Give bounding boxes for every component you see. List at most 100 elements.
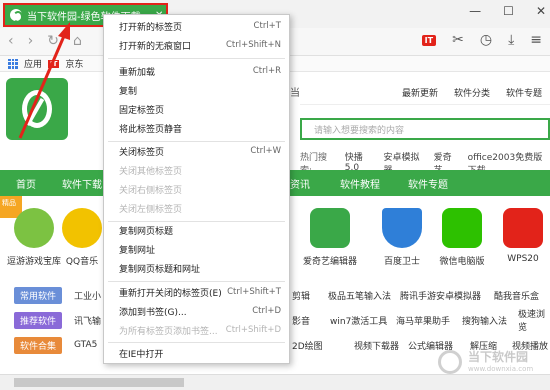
home-icon[interactable]: ⌂ bbox=[73, 33, 82, 49]
menu-item-copy-url[interactable]: 复制网址 bbox=[104, 240, 289, 258]
menu-item-label: 添加到书签(G)... bbox=[119, 307, 187, 318]
menu-separator bbox=[108, 58, 285, 59]
list-item[interactable]: 视频下载器 bbox=[354, 339, 399, 352]
app-tile[interactable]: 逗游游戏宝库 bbox=[4, 208, 64, 267]
site-logo[interactable] bbox=[6, 78, 68, 140]
download-icon[interactable]: ⤓ bbox=[508, 32, 514, 48]
menu-item-duplicate[interactable]: 复制 bbox=[104, 81, 289, 99]
maximize-button[interactable]: ☐ bbox=[503, 4, 514, 18]
menu-separator bbox=[108, 342, 285, 343]
window-controls: — ☐ ✕ bbox=[469, 4, 546, 18]
menu-item-close-tab[interactable]: 关闭标签页 Ctrl+W bbox=[104, 142, 289, 160]
list-item[interactable]: 极速浏览 bbox=[518, 307, 550, 333]
app-tile[interactable]: 微信电脑版 bbox=[432, 208, 492, 267]
menu-item-label: 关闭其他标签页 bbox=[119, 166, 183, 177]
menu-item-label: 关闭右侧标签页 bbox=[119, 185, 183, 196]
list-item[interactable]: 搜狗输入法 bbox=[462, 314, 507, 327]
tab-context-menu: 打开新的标签页 Ctrl+T 打开新的无痕窗口 Ctrl+Shift+N 重新加载 C… bbox=[103, 14, 290, 364]
header-divider bbox=[300, 104, 550, 105]
iqiyi-icon bbox=[310, 208, 350, 248]
menu-item-label: 重新加载 bbox=[119, 67, 156, 78]
refresh-icon[interactable]: ↻ bbox=[47, 33, 59, 49]
menu-separator bbox=[108, 281, 285, 282]
list-item[interactable]: 海马苹果助手 bbox=[396, 314, 450, 327]
minimize-button[interactable]: — bbox=[469, 4, 481, 18]
forward-button-icon[interactable]: › bbox=[28, 33, 34, 49]
link-software-topics[interactable]: 软件专题 bbox=[506, 86, 542, 99]
menu-item-shortcut: Ctrl+Shift+D bbox=[225, 325, 281, 335]
menu-item-add-bookmark[interactable]: 添加到书签(G)... Ctrl+D bbox=[104, 302, 289, 320]
list-item[interactable]: 讯飞输 bbox=[74, 314, 101, 327]
menu-item-close-left-tabs: 关闭左侧标签页 bbox=[104, 199, 289, 217]
menu-item-new-incognito-window[interactable]: 打开新的无痕窗口 Ctrl+Shift+N bbox=[104, 36, 289, 54]
menu-item-copy-title[interactable]: 复制网页标题 bbox=[104, 221, 289, 239]
menu-item-label: 复制 bbox=[119, 86, 138, 97]
menu-item-label: 将此标签页静音 bbox=[119, 124, 183, 135]
list-item[interactable]: 工业小 bbox=[74, 289, 101, 302]
scissors-icon[interactable]: ✂ bbox=[452, 32, 464, 48]
menu-item-label: 重新打开关闭的标签页(E) bbox=[119, 288, 222, 299]
app-label: WPS20 bbox=[507, 254, 539, 264]
link-software-category[interactable]: 软件分类 bbox=[454, 86, 490, 99]
category-badge[interactable]: 推荐软件 bbox=[14, 311, 63, 329]
menu-item-new-tab[interactable]: 打开新的标签页 Ctrl+T bbox=[104, 17, 289, 35]
bookmark-jd[interactable]: 京东 bbox=[65, 57, 83, 70]
category-badge[interactable]: 常用软件 bbox=[14, 286, 63, 304]
shield-icon bbox=[382, 208, 422, 248]
category-badge[interactable]: 软件合集 bbox=[14, 336, 63, 354]
app-tile[interactable]: QQ音乐 bbox=[62, 208, 102, 267]
app-tile[interactable]: 百度卫士 bbox=[372, 208, 432, 267]
list-item[interactable]: win7激活工具 bbox=[330, 314, 387, 327]
menu-item-label: 复制网页标题和网址 bbox=[119, 264, 201, 275]
menu-item-copy-title-url[interactable]: 复制网页标题和网址 bbox=[104, 259, 289, 277]
menu-item-mute-tab[interactable]: 将此标签页静音 bbox=[104, 119, 289, 137]
search-input[interactable]: 请输入想要搜索的内容 bbox=[300, 118, 550, 140]
bookmark-it-badge[interactable]: IT bbox=[48, 59, 60, 68]
list-item[interactable]: 腾讯手游安卓模拟器 bbox=[400, 289, 481, 302]
app-tile[interactable]: WPS20 bbox=[496, 208, 550, 264]
menu-icon[interactable]: ≡ bbox=[530, 32, 542, 48]
list-item[interactable]: 2D绘图 bbox=[292, 339, 323, 352]
list-item[interactable]: GTA5 bbox=[74, 340, 97, 350]
menu-item-reload[interactable]: 重新加载 Ctrl+R bbox=[104, 62, 289, 80]
menu-item-shortcut: Ctrl+Shift+T bbox=[227, 287, 281, 297]
menu-item-open-in-ie[interactable]: 在IE中打开 bbox=[104, 344, 289, 362]
menu-item-shortcut: Ctrl+R bbox=[252, 66, 281, 76]
apps-grid-icon[interactable] bbox=[8, 58, 18, 69]
menu-item-label: 在IE中打开 bbox=[119, 349, 164, 360]
nav-news[interactable]: 资讯 bbox=[290, 176, 310, 191]
close-button[interactable]: ✕ bbox=[536, 4, 546, 18]
bookmark-apps[interactable]: 应用 bbox=[24, 57, 42, 70]
list-item[interactable]: 影音 bbox=[292, 314, 310, 327]
app-tile[interactable]: 爱奇艺编辑器 bbox=[300, 208, 360, 267]
leaf-logo-icon bbox=[22, 90, 52, 128]
app-label: QQ音乐 bbox=[65, 257, 99, 267]
nav-topics[interactable]: 软件专题 bbox=[408, 176, 448, 191]
history-clock-icon[interactable]: ◷ bbox=[480, 32, 492, 48]
app-label: 百度卫士 bbox=[383, 257, 420, 267]
list-item[interactable]: 极品五笔输入法 bbox=[328, 289, 391, 302]
list-item[interactable]: 剪辑 bbox=[292, 289, 310, 302]
watermark: 当下软件园 www.downxia.com bbox=[438, 348, 538, 378]
menu-item-shortcut: Ctrl+W bbox=[250, 146, 281, 156]
scrollbar-thumb[interactable] bbox=[14, 378, 184, 387]
nav-software-download[interactable]: 软件下载 bbox=[62, 176, 102, 191]
back-button-icon[interactable]: ‹ bbox=[8, 33, 14, 49]
app-label: 爱奇艺编辑器 bbox=[302, 257, 357, 267]
list-item[interactable]: 酷我音乐盒 bbox=[494, 289, 539, 302]
link-latest-updates[interactable]: 最新更新 bbox=[402, 86, 438, 99]
menu-item-pin-tab[interactable]: 固定标签页 bbox=[104, 100, 289, 118]
menu-item-shortcut: Ctrl+Shift+N bbox=[225, 40, 281, 50]
menu-item-reopen-closed-tab[interactable]: 重新打开关闭的标签页(E) Ctrl+Shift+T bbox=[104, 283, 289, 301]
nav-home[interactable]: 首页 bbox=[16, 176, 36, 191]
search-placeholder: 请输入想要搜索的内容 bbox=[314, 125, 405, 136]
it-extension-icon[interactable]: IT bbox=[421, 34, 437, 46]
app-label: 逗游游戏宝库 bbox=[6, 257, 61, 267]
menu-item-shortcut: Ctrl+T bbox=[253, 21, 281, 31]
menu-item-close-right-tabs: 关闭右侧标签页 bbox=[104, 180, 289, 198]
watermark-logo-icon bbox=[438, 350, 462, 374]
menu-item-label: 关闭标签页 bbox=[119, 147, 165, 158]
app-label: 微信电脑版 bbox=[439, 257, 485, 267]
nav-tutorials[interactable]: 软件教程 bbox=[340, 176, 380, 191]
wps-icon bbox=[503, 208, 543, 248]
